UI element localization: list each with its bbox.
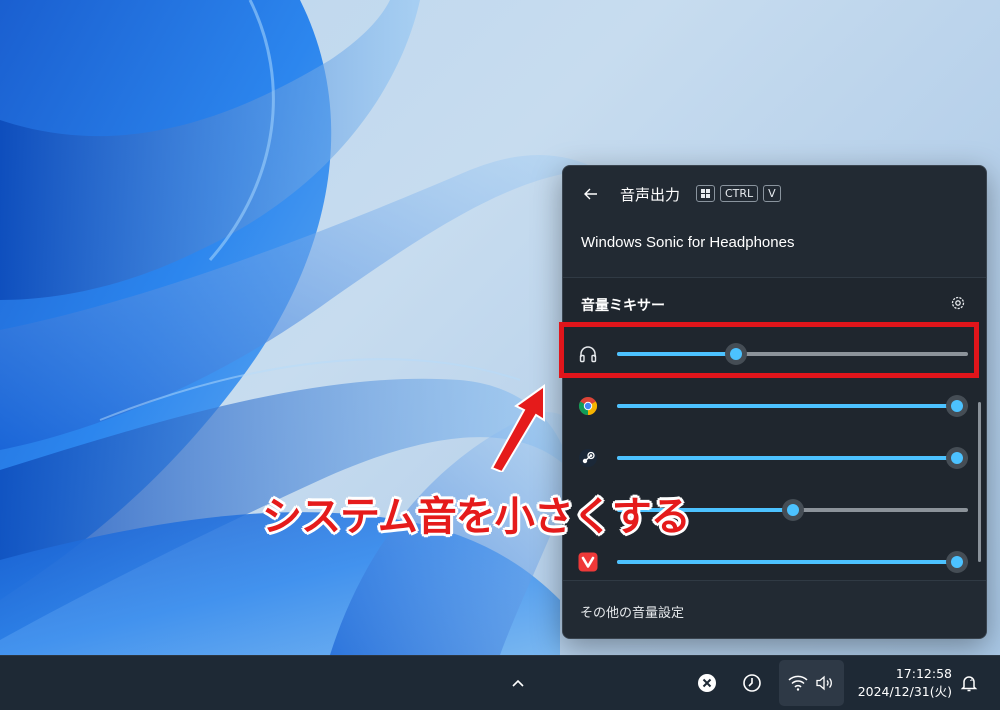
device-name: Windows Sonic for Headphones — [581, 234, 795, 251]
speaker-icon — [816, 675, 832, 691]
volume-slider-track[interactable] — [617, 395, 969, 417]
sound-output-panel: 音声出力 CTRL V Windows Sonic for Headphones… — [562, 165, 987, 639]
volume-slider-thumb[interactable] — [781, 499, 804, 521]
volume-slider-thumb[interactable] — [946, 551, 969, 573]
panel-footer: その他の音量設定 — [563, 580, 986, 638]
vivaldi-icon — [577, 551, 599, 573]
gear-icon[interactable] — [949, 294, 969, 314]
volume-slider-thumb[interactable] — [946, 447, 969, 469]
ctrl-key: CTRL — [720, 185, 759, 202]
output-device-item[interactable]: Windows Sonic for Headphones — [563, 224, 986, 276]
volume-slider-fill — [617, 456, 958, 460]
wifi-icon — [788, 675, 808, 691]
svg-text:z: z — [970, 676, 973, 683]
tray-app-clock-button[interactable] — [737, 668, 767, 698]
volume-slider-fill — [617, 404, 958, 408]
mixer-row-chrome — [563, 386, 986, 426]
bell-snooze-icon: z — [960, 676, 978, 692]
mixer-scrollbar[interactable] — [978, 402, 981, 562]
v-key: V — [763, 185, 781, 202]
mixer-row-vivaldi — [563, 542, 986, 582]
more-volume-settings-link[interactable]: その他の音量設定 — [580, 602, 684, 621]
volume-slider-track[interactable] — [617, 447, 969, 469]
network-volume-button[interactable] — [779, 660, 844, 706]
show-hidden-icons-button[interactable] — [503, 668, 533, 698]
mixer-title: 音量ミキサー — [581, 298, 665, 314]
steam-icon — [577, 447, 599, 469]
mixer-row-steam — [563, 438, 986, 478]
volume-slider-track[interactable] — [617, 551, 969, 573]
clock-date: 2024/12/31(火) — [857, 684, 952, 699]
taskbar: 17:12:58 2024/12/31(火) z — [0, 655, 1000, 710]
annotation-arrow-icon — [490, 384, 545, 472]
highlight-box — [559, 322, 979, 378]
windows-key-icon — [696, 185, 715, 202]
volume-slider-fill — [617, 560, 958, 564]
shortcut-hint: CTRL V — [696, 185, 781, 202]
tray-app-x-button[interactable] — [692, 668, 722, 698]
volume-slider-thumb[interactable] — [946, 395, 969, 417]
back-arrow-icon — [584, 188, 597, 200]
annotation-text: システム音を小さくする — [262, 494, 691, 540]
taskbar-clock[interactable]: 17:12:58 2024/12/31(火) — [852, 665, 952, 701]
notification-bell-button[interactable]: z — [954, 668, 984, 698]
back-button[interactable] — [579, 182, 603, 206]
clock-icon — [743, 674, 761, 692]
x-circle-icon — [698, 674, 716, 692]
panel-title: 音声出力 — [620, 186, 681, 204]
chrome-icon — [577, 395, 599, 417]
panel-header: 音声出力 CTRL V — [563, 166, 986, 222]
clock-time: 17:12:58 — [895, 666, 952, 681]
chevron-up-icon — [512, 679, 524, 687]
